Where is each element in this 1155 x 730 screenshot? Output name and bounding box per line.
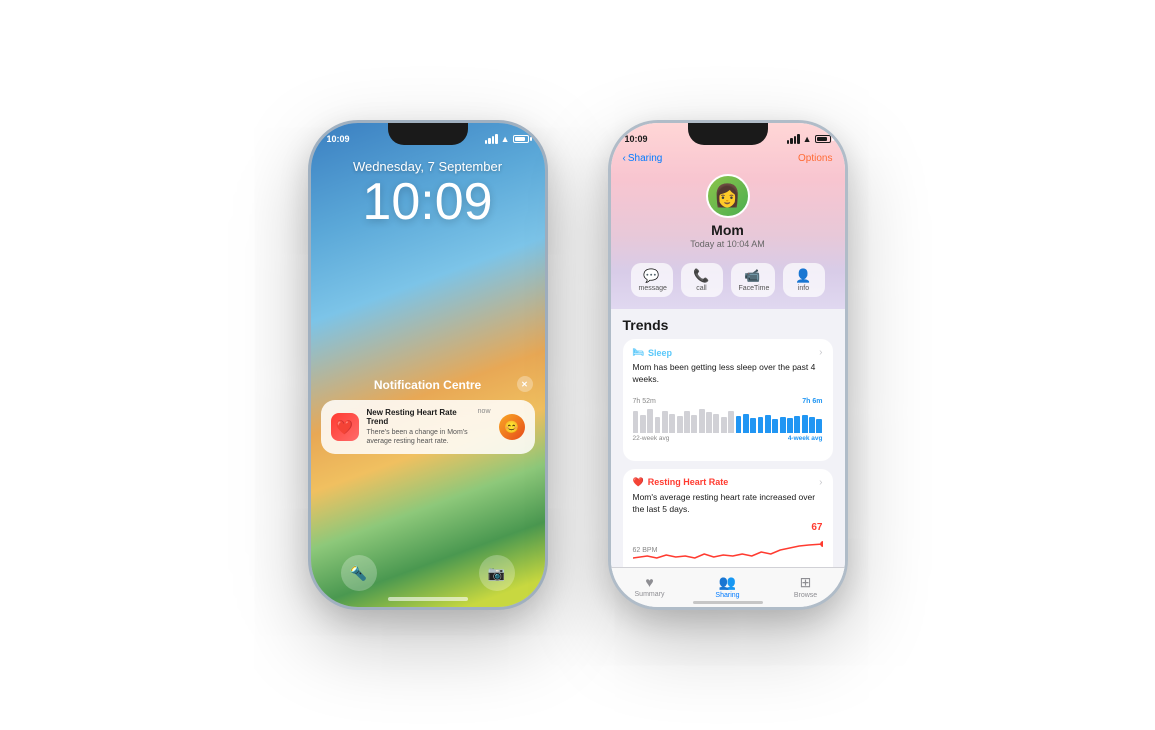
right-phone: 10:09 ▲ (608, 120, 848, 610)
options-button[interactable]: Options (798, 153, 832, 164)
status-time-right: 10:09 (625, 134, 648, 144)
sleep-description: Mom has been getting less sleep over the… (633, 362, 823, 386)
lock-time: 10:09 (311, 176, 545, 228)
notification-avatar: 😊 (499, 414, 525, 440)
sleep-right-value: 7h 6m (802, 398, 822, 405)
sleep-left-value: 7h 52m (633, 398, 656, 405)
action-buttons: 💬 message 📞 call 📹 FaceTime 👤 info (611, 257, 845, 297)
avatar: 👩 (706, 174, 750, 218)
battery-icon-right (815, 135, 831, 143)
scene: 10:09 ▲ Wednesday, 7 September 10:09 (288, 100, 868, 630)
tab-browse[interactable]: ⊞ Browse (767, 574, 845, 599)
sleep-chevron-icon: › (819, 347, 822, 358)
heart-rate-title: ❤️ Resting Heart Rate (633, 477, 729, 488)
heart-rate-card-header: ❤️ Resting Heart Rate › (633, 477, 823, 488)
info-label: info (791, 285, 817, 292)
heart-rate-right-value: 67 (811, 522, 822, 533)
message-icon: 💬 (639, 268, 665, 284)
notification-close-button[interactable]: ✕ (517, 376, 533, 392)
camera-button[interactable]: 📷 (479, 555, 515, 591)
status-icons-left: ▲ (485, 134, 529, 144)
facetime-label: FaceTime (739, 285, 767, 292)
signal-icon-right (787, 134, 800, 144)
info-icon: 👤 (791, 268, 817, 284)
wifi-icon-right: ▲ (803, 134, 812, 144)
notch-left (388, 123, 468, 145)
battery-icon (513, 135, 529, 143)
health-content: Trends 🛏 Sleep › Mom has been getting le… (611, 309, 845, 588)
notification-time: now (478, 408, 491, 415)
sleep-chart: 7h 52m 7h 6m (633, 398, 823, 453)
message-button[interactable]: 💬 message (631, 263, 673, 297)
tab-sharing[interactable]: 👥 Sharing (689, 574, 767, 599)
notification-card[interactable]: ❤️ New Resting Heart Rate Trend There's … (321, 400, 535, 454)
tab-summary[interactable]: ♥ Summary (611, 574, 689, 599)
browse-icon: ⊞ (767, 574, 845, 591)
back-button[interactable]: ‹ Sharing (623, 153, 663, 164)
home-indicator-right (693, 601, 763, 604)
heart-rate-left-value: 62 BPM (633, 547, 658, 554)
sleep-label: Sleep (648, 348, 672, 358)
notification-title: New Resting Heart Rate Trend (367, 408, 470, 426)
heart-rate-chart: 62 BPM 67 (633, 522, 823, 572)
wifi-icon: ▲ (501, 134, 510, 144)
summary-icon: ♥ (611, 574, 689, 590)
facetime-button[interactable]: 📹 FaceTime (731, 263, 775, 297)
facetime-icon: 📹 (739, 268, 767, 284)
call-icon: 📞 (689, 268, 715, 284)
flashlight-button[interactable]: 🔦 (341, 555, 377, 591)
health-screen: 10:09 ▲ (611, 123, 845, 607)
signal-icon (485, 134, 498, 144)
browse-label: Browse (767, 592, 845, 599)
flashlight-icon: 🔦 (350, 565, 367, 582)
notch-right (688, 123, 768, 145)
sharing-label: Sharing (689, 592, 767, 599)
avatar-emoji: 👩 (714, 183, 741, 209)
health-nav: ‹ Sharing Options (611, 151, 845, 170)
heart-rate-card[interactable]: ❤️ Resting Heart Rate › Mom's average re… (623, 469, 833, 580)
status-icons-right: ▲ (787, 134, 831, 144)
sleep-card[interactable]: 🛏 Sleep › Mom has been getting less slee… (623, 339, 833, 461)
heart-rate-line-chart (633, 530, 823, 570)
sleep-footer-right: 4-week avg (788, 435, 823, 442)
profile-time: Today at 10:04 AM (611, 239, 845, 249)
notification-body: There's been a change in Mom's average r… (367, 428, 470, 446)
left-phone: 10:09 ▲ Wednesday, 7 September 10:09 (308, 120, 548, 610)
notification-center-label: Notification Centre ✕ (311, 378, 545, 392)
profile-name: Mom (611, 222, 845, 238)
heart-rate-label: Resting Heart Rate (648, 477, 729, 487)
heart-rate-chevron-icon: › (819, 477, 822, 488)
health-header: 10:09 ▲ (611, 123, 845, 309)
trends-title: Trends (623, 317, 833, 333)
lock-bottom-controls: 🔦 📷 (311, 555, 545, 591)
back-label: Sharing (628, 153, 662, 164)
summary-label: Summary (611, 591, 689, 598)
notification-app-icon: ❤️ (331, 413, 359, 441)
sleep-title: 🛏 Sleep (633, 347, 672, 358)
trends-section: Trends 🛏 Sleep › Mom has been getting le… (611, 309, 845, 580)
message-label: message (639, 285, 665, 292)
lock-date: Wednesday, 7 September (311, 159, 545, 174)
sleep-footer-left: 22-week avg (633, 435, 670, 442)
chevron-left-icon: ‹ (623, 153, 626, 164)
sleep-icon: 🛏 (633, 347, 644, 358)
profile-section: 👩 Mom Today at 10:04 AM (611, 170, 845, 257)
call-label: call (689, 285, 715, 292)
sleep-bars (633, 398, 823, 433)
info-button[interactable]: 👤 info (783, 263, 825, 297)
heart-rate-description: Mom's average resting heart rate increas… (633, 492, 823, 516)
sleep-card-header: 🛏 Sleep › (633, 347, 823, 358)
lockscreen-background: 10:09 ▲ Wednesday, 7 September 10:09 (311, 123, 545, 607)
call-button[interactable]: 📞 call (681, 263, 723, 297)
camera-icon: 📷 (488, 565, 505, 582)
heart-icon: ❤️ (633, 477, 644, 488)
notification-content: New Resting Heart Rate Trend There's bee… (367, 408, 470, 446)
sharing-icon: 👥 (689, 574, 767, 591)
sleep-chart-footer: 22-week avg 4-week avg (633, 435, 823, 442)
status-time-left: 10:09 (327, 134, 350, 144)
home-indicator-left (388, 597, 468, 601)
